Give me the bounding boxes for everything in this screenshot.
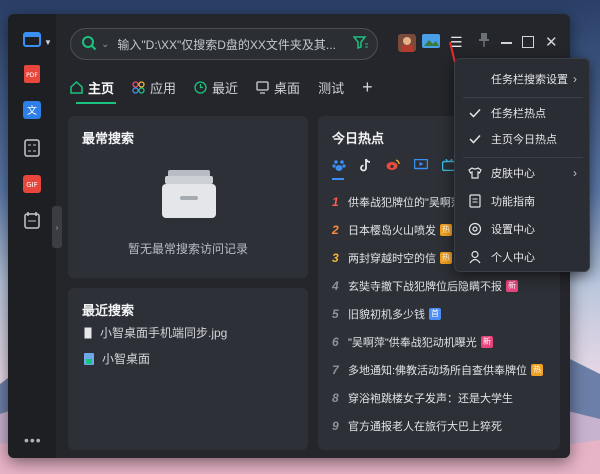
search-bar[interactable]: ⌄ 输入"D:\XX"仅搜索D盘的XX文件夹及其... xyxy=(70,28,378,60)
guide-icon xyxy=(467,194,483,208)
hot-badge: 热 xyxy=(531,364,544,376)
hot-badge: 热 xyxy=(440,252,452,264)
svg-text:文: 文 xyxy=(27,104,37,117)
menu-divider xyxy=(463,97,583,98)
chevron-right-icon: › xyxy=(573,166,577,180)
source-tab-indicator xyxy=(332,178,344,180)
pdf-icon[interactable]: PDF xyxy=(22,64,42,84)
list-item[interactable]: 4 玄奘寺撤下战犯牌位后隐瞒不报 新 xyxy=(332,278,518,294)
wallpaper-icon[interactable] xyxy=(422,34,440,53)
new-badge: 新 xyxy=(506,280,518,292)
menu-item-taskbar-hot[interactable]: 任务栏热点 xyxy=(455,101,589,125)
monitor-icon xyxy=(256,80,269,94)
calendar-icon[interactable] xyxy=(22,210,42,230)
tab-home[interactable]: 主页 xyxy=(70,78,114,97)
frequent-empty-text: 暂无最常搜索访问记录 xyxy=(127,242,248,256)
frequent-title: 最常搜索 xyxy=(82,131,135,146)
window-icon[interactable] xyxy=(22,30,42,50)
more-icon[interactable]: ••• xyxy=(24,432,42,448)
hot-source-tabs xyxy=(332,158,457,175)
tiktok-icon[interactable] xyxy=(360,158,372,175)
tab-bar: 主页 应用 最近 桌面 测试 + xyxy=(70,76,391,98)
first-badge: 首 xyxy=(429,308,441,320)
svg-text:GIF: GIF xyxy=(26,181,38,189)
calculator-icon[interactable] xyxy=(22,138,42,158)
tab-desktop[interactable]: 桌面 xyxy=(256,78,300,97)
menu-item-feature-guide[interactable]: 功能指南 xyxy=(455,189,589,213)
gif-icon[interactable]: GIF xyxy=(22,174,42,194)
maximize-icon[interactable] xyxy=(522,36,534,48)
chevron-right-icon: › xyxy=(573,72,577,86)
home-icon xyxy=(70,80,83,94)
filter-icon[interactable] xyxy=(352,35,369,53)
shirt-icon xyxy=(467,167,483,179)
add-tab-button[interactable]: + xyxy=(362,77,373,98)
search-icon xyxy=(81,35,97,54)
empty-box-icon xyxy=(160,164,218,225)
scan-text-icon[interactable]: 文 xyxy=(22,100,42,120)
list-item[interactable]: 1 供奉战犯牌位的"吴啊萍 xyxy=(332,194,462,210)
check-icon xyxy=(467,134,483,144)
recent-title: 最近搜索 xyxy=(82,303,135,318)
minimize-icon[interactable] xyxy=(501,42,512,44)
apps-icon xyxy=(132,80,145,94)
weibo-icon[interactable] xyxy=(386,159,400,174)
active-tab-indicator xyxy=(76,102,116,104)
clock-icon xyxy=(194,80,207,94)
list-item[interactable]: 2 日本樱岛火山喷发 热 xyxy=(332,222,452,238)
app-shortcut-icon xyxy=(84,352,94,365)
settings-dropdown-menu: 任务栏搜索设置 › 任务栏热点 主页今日热点 皮肤中心 › 功能指南 设置中心 … xyxy=(454,58,590,272)
list-item[interactable]: 6 "吴啊萍"供奉战犯动机曝光 新 xyxy=(332,334,493,350)
search-input[interactable]: 输入"D:\XX"仅搜索D盘的XX文件夹及其... xyxy=(117,36,353,53)
menu-item-personal-center[interactable]: 个人中心 xyxy=(455,245,589,269)
menu-divider xyxy=(463,157,583,158)
menu-item-taskbar-search-settings[interactable]: 任务栏搜索设置 › xyxy=(455,67,589,91)
menu-item-skin-center[interactable]: 皮肤中心 › xyxy=(455,161,589,185)
hot-title: 今日热点 xyxy=(332,131,385,146)
list-item[interactable]: 小智桌面 xyxy=(84,350,150,367)
menu-item-settings-center[interactable]: 设置中心 xyxy=(455,217,589,241)
tab-test[interactable]: 测试 xyxy=(318,78,344,97)
baidu-paw-icon[interactable] xyxy=(332,158,346,175)
search-dropdown-icon[interactable]: ⌄ xyxy=(101,39,109,50)
frequent-card: 最常搜索 暂无最常搜索访问记录 xyxy=(68,116,308,278)
rail-dropdown-icon[interactable]: ▼ xyxy=(44,38,52,47)
recent-card: 最近搜索 小智桌面手机端同步.jpg 小智桌面 xyxy=(68,288,308,450)
list-item[interactable]: 9 官方通报老人在旅行大巴上猝死 xyxy=(332,418,502,434)
avatar[interactable] xyxy=(398,34,416,55)
check-icon xyxy=(467,108,483,118)
svg-text:PDF: PDF xyxy=(26,72,38,79)
pin-icon[interactable] xyxy=(478,32,490,51)
list-item[interactable]: 小智桌面手机端同步.jpg xyxy=(84,324,227,341)
menu-item-home-hot[interactable]: 主页今日热点 xyxy=(455,127,589,151)
new-badge: 新 xyxy=(480,336,493,348)
close-icon[interactable]: ✕ xyxy=(545,33,558,51)
settings-icon xyxy=(467,222,483,236)
list-item[interactable]: 8 穿浴袍跳楼女子发声：还是大学生 xyxy=(332,390,513,406)
list-item[interactable]: 7 多地通知:佛教活动场所自查供奉牌位 热 xyxy=(332,362,544,378)
tab-apps[interactable]: 应用 xyxy=(132,78,176,97)
hot-badge: 热 xyxy=(440,224,452,236)
list-item[interactable]: 5 旧貌初机多少钱 首 xyxy=(332,306,441,322)
file-icon xyxy=(84,327,92,339)
left-rail: ▼ PDF 文 GIF ••• xyxy=(8,14,56,458)
user-icon xyxy=(467,250,483,264)
collapse-handle[interactable]: › xyxy=(52,206,62,248)
tab-recent[interactable]: 最近 xyxy=(194,78,238,97)
list-item[interactable]: 3 两封穿越时空的信 热 xyxy=(332,250,452,266)
video-icon[interactable] xyxy=(413,158,429,174)
